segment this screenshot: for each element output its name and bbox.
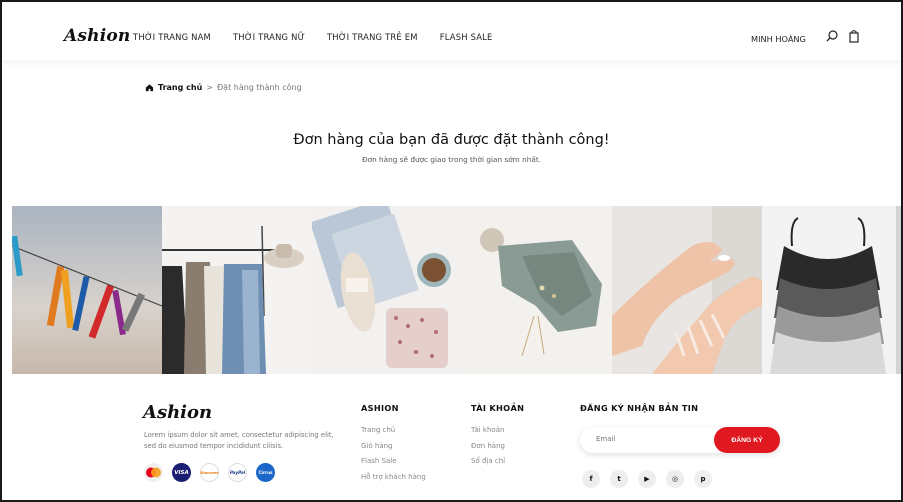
instagram-icon[interactable]: ◎: [666, 470, 684, 488]
footer-link-support[interactable]: Hỗ trợ khách hàng: [361, 470, 426, 486]
success-title: Đơn hàng của bạn đã được đặt thành công!: [293, 132, 610, 148]
visa-icon: VISA: [172, 463, 191, 482]
cirrus-icon: Cirrus: [256, 463, 275, 482]
user-name-link[interactable]: MINH HOÀNG: [751, 34, 806, 44]
nav-item-flash-sale[interactable]: FLASH SALE: [440, 32, 493, 42]
gallery-image-yarn-coffee[interactable]: [312, 206, 462, 374]
newsletter-form: ĐĂNG KÝ: [580, 427, 780, 453]
footer-link-account[interactable]: Tài khoản: [471, 423, 505, 439]
newsletter-subscribe-button[interactable]: ĐĂNG KÝ: [714, 427, 780, 453]
main-nav: THỜI TRANG NAM THỜI TRANG NỮ THỜI TRANG …: [133, 32, 493, 42]
nav-item-kids[interactable]: THỜI TRANG TRẺ EM: [327, 32, 418, 42]
newsletter-email-input[interactable]: [596, 435, 706, 443]
gallery-image-hands-cream[interactable]: [612, 206, 762, 374]
bag-icon[interactable]: [847, 29, 861, 43]
youtube-icon[interactable]: ▶: [638, 470, 656, 488]
logo[interactable]: Ashion: [64, 26, 130, 46]
home-icon: [145, 84, 154, 92]
footer-link-orders[interactable]: Đơn hàng: [471, 439, 505, 455]
breadcrumb-separator: >: [206, 83, 213, 92]
social-links: f t ▶ ◎ p: [582, 470, 712, 488]
payment-methods: VISA Discover PayPal Cirrus: [144, 463, 275, 482]
search-icon[interactable]: [825, 29, 839, 43]
gallery-image-knitted-bonnet[interactable]: [462, 206, 612, 374]
nav-item-men[interactable]: THỜI TRANG NAM: [133, 32, 211, 42]
breadcrumb-home[interactable]: Trang chủ: [158, 83, 202, 92]
footer-description: Lorem ipsum dolor sit amet, consectetur …: [144, 431, 334, 450]
footer-link-cart[interactable]: Giỏ hàng: [361, 439, 426, 455]
paypal-icon: PayPal: [228, 463, 247, 482]
footer-col-ashion-links: Trang chủ Giỏ hàng Flash Sale Hỗ trợ khá…: [361, 423, 426, 485]
mastercard-icon: [144, 463, 163, 482]
nav-item-women[interactable]: THỜI TRANG NỮ: [233, 32, 305, 42]
footer-link-home[interactable]: Trang chủ: [361, 423, 426, 439]
header: Ashion THỜI TRANG NAM THỜI TRANG NỮ THỜI…: [2, 2, 901, 60]
breadcrumb: Trang chủ > Đặt hàng thành công: [145, 83, 302, 92]
footer-col-account-title: TÀI KHOẢN: [471, 403, 525, 413]
success-subtitle: Đơn hàng sẽ được giao trong thời gian sớ…: [361, 155, 542, 164]
instagram-gallery: [12, 206, 901, 374]
page: Ashion THỜI TRANG NAM THỜI TRANG NỮ THỜI…: [0, 0, 903, 502]
twitter-icon[interactable]: t: [610, 470, 628, 488]
footer-col-account-links: Tài khoản Đơn hàng Sổ địa chỉ: [471, 423, 505, 470]
facebook-icon[interactable]: f: [582, 470, 600, 488]
discover-icon: Discover: [200, 463, 219, 482]
gallery-image-clothespins[interactable]: [12, 206, 162, 374]
footer-col-ashion-title: ASHION: [361, 403, 399, 413]
breadcrumb-current: Đặt hàng thành công: [216, 83, 302, 92]
newsletter-title: ĐĂNG KÝ NHẬN BẢN TIN: [580, 403, 699, 413]
footer-link-address-book[interactable]: Sổ địa chỉ: [471, 454, 505, 470]
footer-logo[interactable]: Ashion: [143, 402, 212, 423]
gallery-image-clothes-rack[interactable]: [162, 206, 312, 374]
gallery-image-tank-tops[interactable]: [762, 206, 901, 374]
pinterest-icon[interactable]: p: [694, 470, 712, 488]
footer-link-flash-sale[interactable]: Flash Sale: [361, 454, 426, 470]
